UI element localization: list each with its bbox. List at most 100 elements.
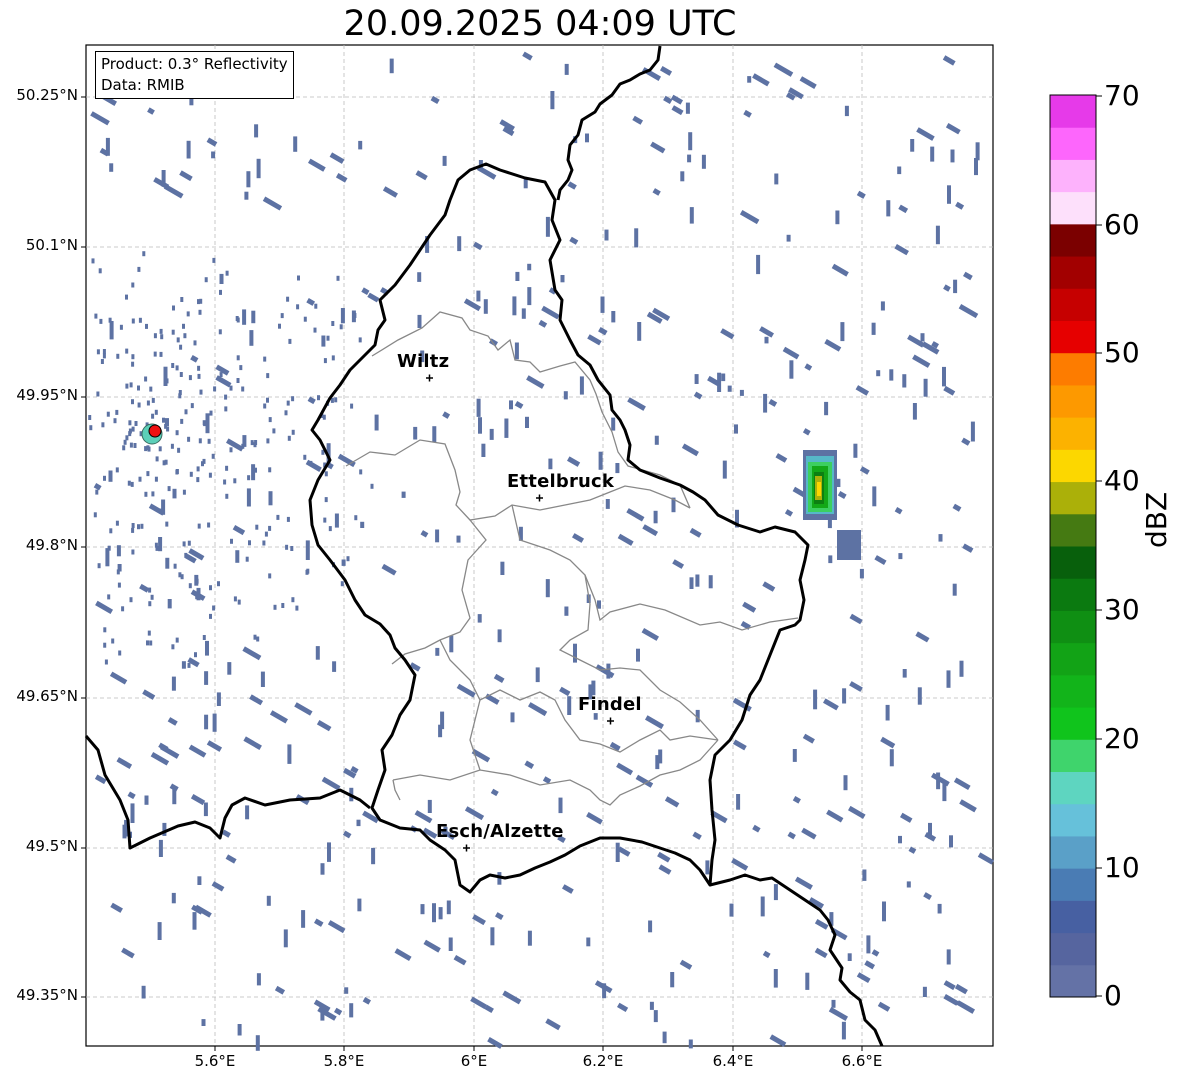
echo-pixel [313, 327, 317, 333]
echo-pixel [303, 454, 307, 460]
echo-pixel [131, 354, 135, 360]
echo-pixel [287, 435, 291, 441]
echo-pixel [97, 563, 101, 569]
city-label-findel: Findel [578, 694, 642, 715]
echo-pixel [324, 471, 328, 477]
colorbar-segment [1050, 964, 1096, 998]
echo-pixel [104, 659, 108, 665]
echo-pixel [158, 839, 163, 857]
echo-pixel [103, 475, 106, 481]
echo-pixel [266, 373, 270, 379]
echo-pixel [885, 704, 890, 721]
echo-pixel [288, 338, 292, 344]
echo-pixel [828, 555, 833, 564]
echo-pixel [171, 644, 175, 650]
echo-pixel [937, 903, 942, 914]
lon-label: 5.6°E [194, 1052, 236, 1070]
echo-pixel [225, 270, 229, 276]
echo-pixel [449, 635, 454, 653]
echo-pixel [106, 411, 110, 417]
echo-pixel [504, 418, 509, 438]
echo-pixel [293, 136, 298, 152]
echo-pixel [115, 409, 119, 415]
echo-pixel [203, 802, 208, 817]
echo-pixel [500, 561, 505, 575]
echo-pixel [560, 275, 565, 283]
echo-pixel [117, 564, 122, 572]
echo-pixel [695, 574, 700, 587]
colorbar-segment [1050, 707, 1096, 740]
echo-pixel [204, 671, 209, 685]
echo-pixel [102, 353, 106, 359]
echo-pixel [137, 402, 141, 408]
echo-pixel [123, 439, 127, 445]
echo-pixel [401, 491, 406, 498]
colorbar-segment [1050, 642, 1096, 676]
echo-pixel [930, 146, 935, 162]
echo-pixel [266, 438, 270, 444]
echo-pixel [332, 661, 337, 672]
lon-label: 6.6°E [841, 1052, 883, 1070]
echo-pixel [147, 630, 151, 636]
echo-pixel [813, 689, 818, 710]
echo-pixel [161, 499, 166, 515]
echo-pixel [183, 333, 187, 339]
echo-pixel [167, 486, 171, 492]
echo-pixel [840, 322, 845, 342]
echo-pixel [177, 447, 181, 453]
echo-pixel [131, 527, 135, 533]
echo-pixel [125, 435, 129, 441]
echo-pixel [218, 329, 222, 335]
echo-pixel [172, 305, 175, 311]
echo-pixel [722, 460, 727, 479]
echo-pixel [301, 910, 306, 928]
echo-pixel [351, 310, 356, 323]
echo-pixel [144, 795, 149, 805]
echo-pixel [427, 799, 432, 813]
echo-pixel [116, 353, 120, 359]
echo-pixel [510, 712, 515, 723]
echo-pixel [862, 869, 867, 881]
echo-pixel [256, 973, 261, 986]
echo-pixel [654, 435, 659, 445]
echo-pixel [843, 775, 848, 791]
echo-pixel [670, 972, 675, 988]
colorbar-segment [1050, 256, 1096, 289]
echo-pixel [268, 525, 272, 531]
echo-pixel [180, 574, 184, 580]
echo-pixel [219, 289, 222, 295]
echo-pixel [171, 676, 176, 691]
echo-pixel [247, 475, 251, 481]
echo-pixel [127, 480, 131, 486]
echo-pixel [173, 563, 177, 569]
echo-pixel [756, 254, 761, 275]
echo-pixel [296, 304, 300, 310]
echo-pixel [727, 385, 732, 392]
echo-pixel [729, 903, 734, 917]
echo-pixel [334, 513, 339, 528]
echo-pixel [211, 453, 215, 459]
city-label-esch: Esch/Alzette [436, 821, 564, 842]
colorbar-segment [1050, 835, 1096, 869]
colorbar-ticks [1096, 95, 1102, 997]
echo-pixel [824, 401, 829, 416]
echo-pixel [489, 428, 494, 440]
echo-pixel [109, 321, 114, 340]
echo-pixel [116, 545, 121, 557]
echo-pixel [689, 207, 694, 224]
echo-pixel [197, 365, 201, 371]
echo-pixel [216, 692, 221, 706]
echo-pixel [446, 900, 451, 915]
echo-pixel [922, 986, 927, 997]
echo-pixel [225, 465, 229, 471]
echo-pixel [947, 185, 951, 204]
colorbar-tick-label: 70 [1104, 79, 1140, 112]
echo-pixel [138, 317, 142, 323]
echo-pixel [131, 426, 135, 432]
echo-pixel [162, 417, 165, 423]
echo-pixel [515, 271, 520, 281]
echo-pixel [975, 142, 980, 161]
echo-pixel [389, 58, 394, 74]
echo-pixel [773, 884, 778, 901]
echo-pixel [131, 523, 135, 528]
